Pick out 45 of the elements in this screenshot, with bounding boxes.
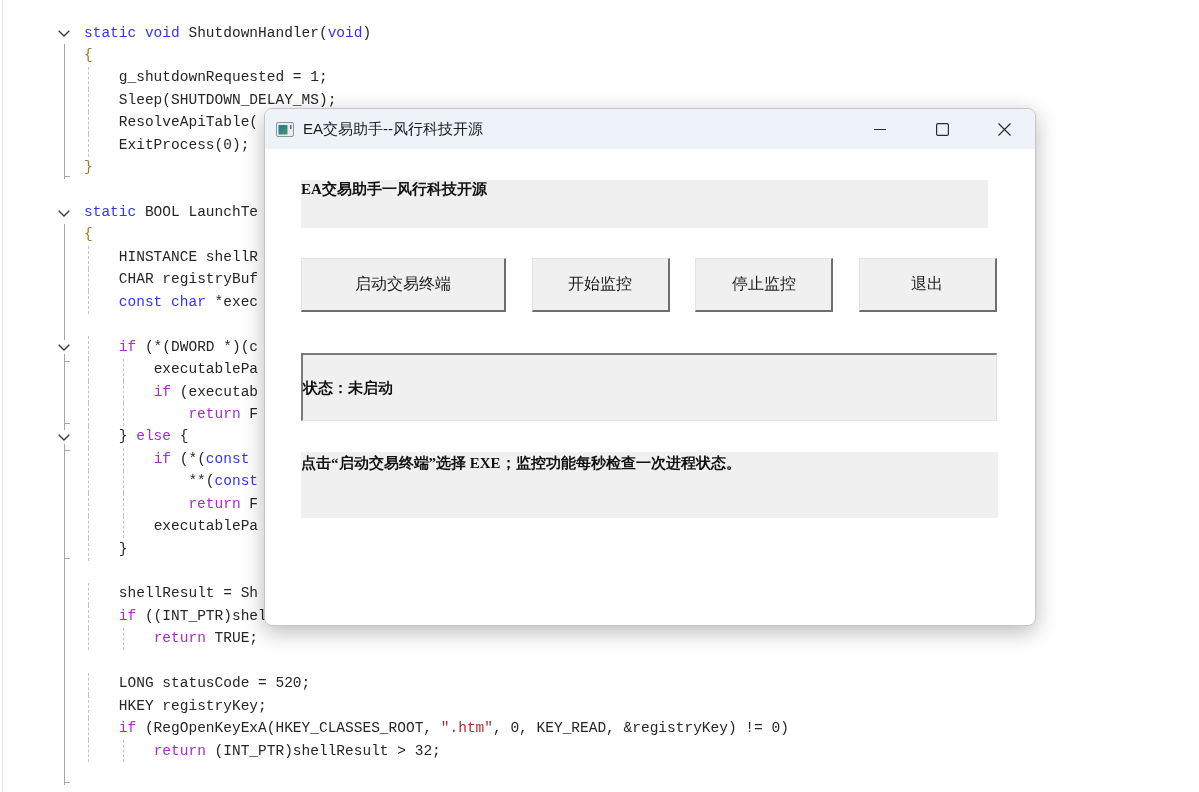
status-text: 状态：未启动	[303, 378, 393, 397]
dialog-button[interactable]: 开始监控	[531, 258, 670, 312]
code-line: g_shutdownRequested = 1;	[118, 69, 328, 87]
window-title: EA交易助手--风行科技开源	[303, 119, 483, 139]
chevron-down-icon[interactable]	[58, 344, 70, 352]
chevron-down-icon[interactable]	[58, 30, 70, 37]
code-line: if (*(DWORD *)(c	[118, 338, 259, 357]
close-icon	[997, 122, 1011, 136]
code-line: const char *exec	[118, 293, 259, 312]
chevron-down-icon[interactable]	[58, 209, 70, 217]
code-line: if (executab	[153, 383, 259, 401]
code-line: HINSTANCE shellR	[118, 248, 259, 267]
code-line: static void ShutdownHandler(void)	[84, 24, 372, 42]
code-line: return TRUE;	[153, 630, 259, 648]
code-line: }	[84, 159, 93, 177]
maximize-icon	[935, 122, 949, 136]
code-line: shellResult = Sh	[118, 585, 259, 603]
code-line: if ((INT_PTR)shel	[118, 607, 267, 626]
dialog-button[interactable]: 停止监控	[695, 258, 833, 312]
code-line: executablePa	[153, 518, 259, 536]
code-line: return F	[188, 405, 259, 424]
code-line: {	[84, 46, 93, 65]
heading-text: EA交易助手一风行科技开源	[301, 180, 487, 198]
code-line: executablePa	[153, 361, 259, 379]
code-line: LONG statusCode = 520;	[118, 675, 311, 693]
code-line: {	[84, 226, 93, 244]
code-line: static BOOL LaunchTe	[84, 204, 259, 222]
minimize-icon	[874, 128, 886, 130]
code-line: if (RegOpenKeyExA(HKEY_CLASSES_ROOT, ".htm", 0, KEY_READ, &registryKey) != 0)	[118, 720, 789, 738]
window-icon	[276, 121, 294, 137]
chevron-down-icon[interactable]	[58, 433, 70, 441]
code-line: ExitProcess(0);	[118, 136, 250, 155]
dialog-button[interactable]: 启动交易终端	[301, 258, 506, 312]
hint-text: 点击“启动交易终端”选择 EXE；监控功能每秒检查一次进程状态。	[301, 454, 741, 472]
code-line: return (INT_PTR)shellResult > 32;	[153, 742, 441, 760]
code-line: Sleep(SHUTDOWN_DELAY_MS);	[118, 91, 337, 110]
code-line: HKEY registryKey;	[118, 697, 267, 716]
code-line: CHAR registryBuf	[118, 271, 259, 289]
code-line: return F	[188, 495, 259, 514]
code-line: **(const	[188, 473, 259, 491]
code-line: ResolveApiTable(	[118, 114, 259, 132]
code-line: if (*(const	[153, 450, 250, 469]
dialog-button[interactable]: 退出	[858, 258, 997, 312]
code-line: }	[118, 540, 128, 558]
code-line: } else {	[118, 428, 189, 446]
